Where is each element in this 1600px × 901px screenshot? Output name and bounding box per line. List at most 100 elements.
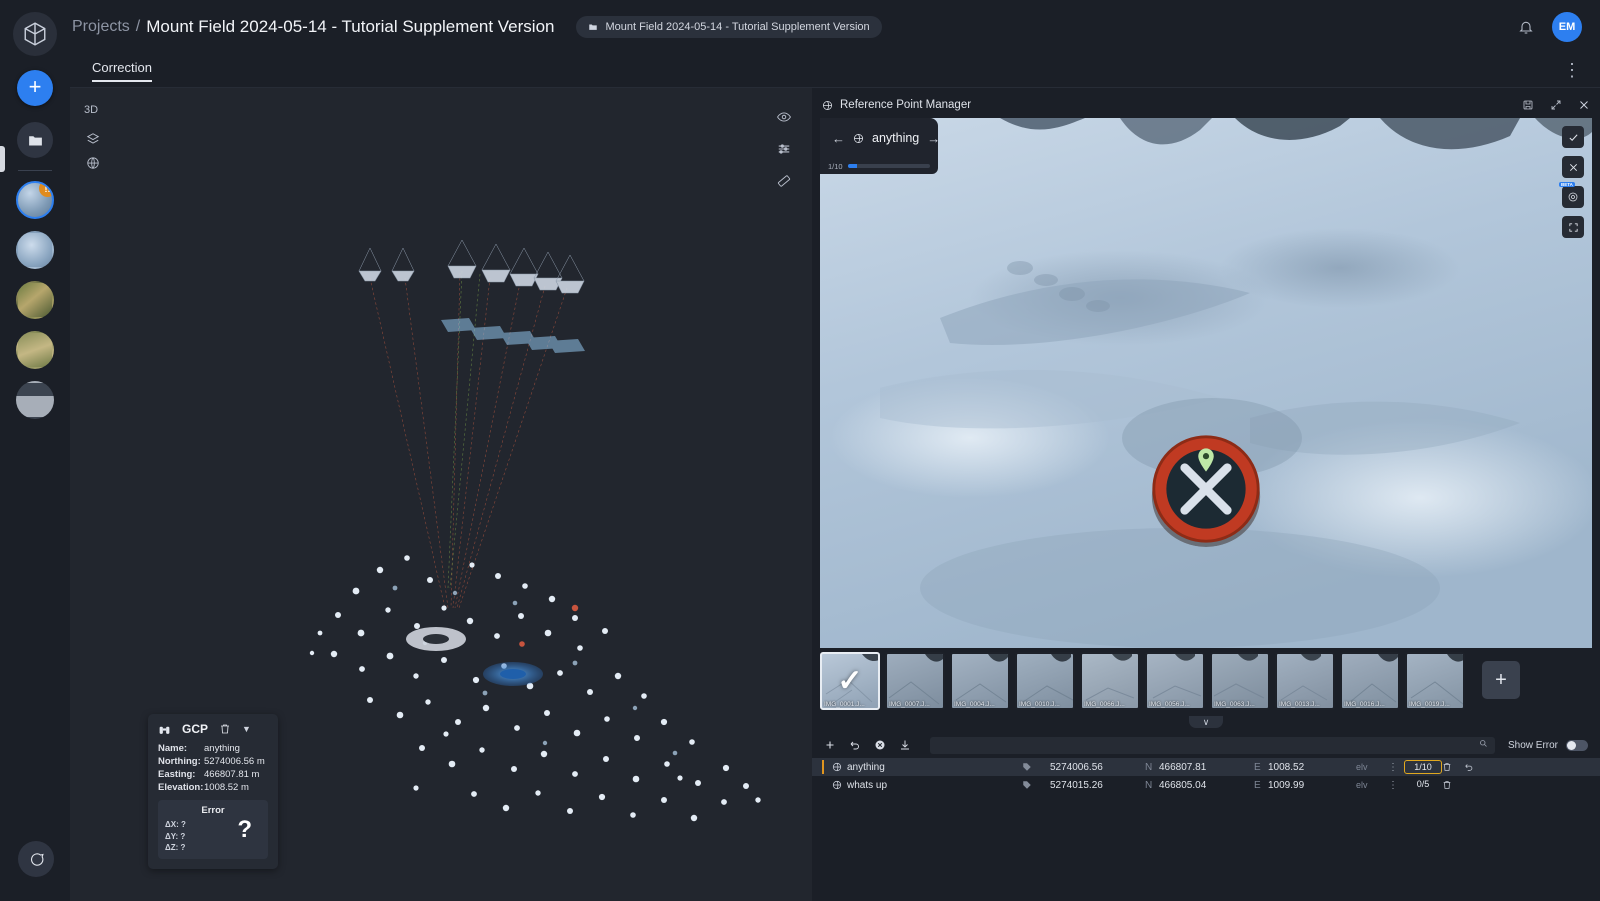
arrow-left-icon[interactable]: ← [832, 131, 845, 146]
project-thumb-4[interactable] [16, 331, 54, 369]
row-delete-icon[interactable] [1442, 762, 1464, 772]
rpm-header: Reference Point Manager [812, 92, 1600, 118]
sliders-icon[interactable] [777, 142, 791, 156]
breadcrumb-projects[interactable]: Projects [70, 18, 130, 36]
filmstrip-thumb[interactable]: IMG_0013.J... [1275, 652, 1335, 710]
add-image-button[interactable]: + [1482, 661, 1520, 699]
image-filmstrip[interactable]: ✓ IMG_0001.J... IMG_0007.J... IMG_0004.J… [820, 652, 1592, 722]
filmstrip-thumb[interactable]: IMG_0016.J... [1340, 652, 1400, 710]
globe-icon [822, 100, 833, 111]
collapse-filmstrip-button[interactable]: ∨ [1189, 716, 1223, 728]
project-thumb-1[interactable]: !! [16, 181, 54, 219]
filmstrip-thumb[interactable]: IMG_0066.J... [1080, 652, 1140, 710]
thumb-label: IMG_0013.J... [1277, 701, 1333, 708]
filmstrip-thumb[interactable]: ✓ IMG_0001.J... [820, 652, 880, 710]
gcp-field-value: 466807.81 m [204, 769, 259, 780]
row-mark-count[interactable]: 0/5 [1404, 778, 1442, 792]
gcp-field-key: Northing: [158, 756, 204, 767]
trash-icon[interactable] [219, 723, 231, 735]
arrow-right-icon[interactable]: → [927, 131, 940, 146]
filmstrip-thumb[interactable]: IMG_0010.J... [1015, 652, 1075, 710]
filmstrip-thumb[interactable]: IMG_0063.J... [1210, 652, 1270, 710]
row-reset-icon[interactable] [1464, 762, 1486, 772]
thumb-label: IMG_0010.J... [1017, 701, 1073, 708]
row-more-icon[interactable]: ⋮ [1382, 780, 1404, 791]
filmstrip-thumb[interactable]: IMG_0007.J... [885, 652, 945, 710]
row-name: whats up [847, 780, 1022, 791]
breadcrumb-separator: / [136, 18, 140, 36]
project-pill[interactable]: Mount Field 2024-05-14 - Tutorial Supple… [576, 16, 881, 38]
gcp-field-northing: Northing: 5274006.56 m [158, 756, 268, 767]
chat-bubble-icon[interactable] [18, 841, 54, 877]
thumb-label: IMG_0016.J... [1342, 701, 1398, 708]
tab-correction[interactable]: Correction [92, 60, 152, 82]
gcp-field-key: Easting: [158, 769, 204, 780]
gcp-panel-title: GCP [182, 722, 208, 736]
plus-icon[interactable] [824, 739, 836, 751]
filmstrip-thumb[interactable]: IMG_0019.J... [1405, 652, 1465, 710]
gcp-field-value: 5274006.56 m [204, 756, 265, 767]
chevron-down-icon[interactable]: ▼ [242, 724, 251, 734]
cube-logo-icon[interactable] [13, 12, 57, 56]
progress-label: 1/10 [828, 162, 843, 171]
auto-detect-icon[interactable]: BETA [1562, 186, 1584, 208]
thumb-selected-check: ✓ [837, 664, 862, 699]
search-icon [1479, 739, 1488, 748]
project-thumb-5[interactable] [16, 381, 54, 419]
gcp-error-title: Error [165, 805, 261, 816]
thumb-label: IMG_0004.J... [952, 701, 1008, 708]
folder-icon[interactable] [17, 122, 53, 158]
row-mark-count[interactable]: 1/10 [1404, 760, 1442, 774]
show-error-label: Show Error [1508, 740, 1558, 751]
globe-icon [832, 762, 847, 772]
globe-icon [853, 133, 864, 144]
gcp-panel-header: GCP ▼ [158, 722, 268, 736]
project-thumb-3[interactable] [16, 281, 54, 319]
top-bar-right: EM [1518, 12, 1600, 42]
tab-strip: Correction ⋮ [70, 54, 1600, 88]
row-more-icon[interactable]: ⋮ [1382, 762, 1404, 773]
project-thumb-2[interactable] [16, 231, 54, 269]
project-alert-badge: !! [39, 181, 54, 197]
axis-label-e: E [1254, 762, 1268, 773]
ruler-icon[interactable] [777, 174, 791, 188]
expand-icon[interactable] [1550, 99, 1562, 111]
point-progress: 1/10 [820, 158, 938, 174]
thumb-label: IMG_0001.J... [822, 701, 878, 708]
undo-icon[interactable] [849, 739, 861, 751]
download-icon[interactable] [899, 739, 911, 751]
thumb-label: IMG_0066.J... [1082, 701, 1138, 708]
avatar[interactable]: EM [1552, 12, 1582, 42]
show-error-control[interactable]: Show Error [1508, 740, 1588, 751]
reference-point-manager-panel: Reference Point Manager [812, 92, 1600, 901]
row-elv-unit: elv [1356, 780, 1382, 790]
table-row[interactable]: anything 5274006.56 N 466807.81 E 1008.5… [812, 758, 1600, 776]
row-delete-icon[interactable] [1442, 780, 1464, 790]
fullscreen-icon[interactable] [1562, 216, 1584, 238]
filmstrip-thumb[interactable]: IMG_0056.J... [1145, 652, 1205, 710]
bell-icon[interactable] [1518, 19, 1534, 35]
table-row[interactable]: whats up 5274015.26 N 466805.04 E 1009.9… [812, 776, 1600, 794]
confirm-icon[interactable] [1562, 126, 1584, 148]
more-options-icon[interactable]: ⋮ [1563, 60, 1600, 81]
axis-label-n: N [1145, 762, 1159, 773]
gcp-target-marker[interactable] [1148, 431, 1264, 547]
row-selected-indicator [822, 778, 824, 792]
add-project-button[interactable]: + [17, 70, 53, 106]
show-error-toggle[interactable] [1566, 740, 1588, 751]
table-toolbar: Show Error [812, 732, 1600, 758]
3d-viewport[interactable]: 3D [70, 88, 812, 901]
reject-icon[interactable] [1562, 156, 1584, 178]
eye-icon[interactable] [777, 110, 791, 124]
save-icon[interactable] [1522, 99, 1534, 111]
image-viewer[interactable]: ← anything → 1/10 BETA [820, 118, 1592, 648]
clear-icon[interactable] [874, 739, 886, 751]
tag-icon[interactable] [1022, 780, 1050, 790]
page-title: Mount Field 2024-05-14 - Tutorial Supple… [146, 17, 554, 37]
gcp-field-value: 1008.52 m [204, 782, 249, 793]
tag-icon[interactable] [1022, 762, 1050, 772]
search-input[interactable] [930, 737, 1495, 754]
binoculars-icon[interactable] [158, 723, 171, 736]
close-icon[interactable] [1578, 99, 1590, 111]
filmstrip-thumb[interactable]: IMG_0004.J... [950, 652, 1010, 710]
